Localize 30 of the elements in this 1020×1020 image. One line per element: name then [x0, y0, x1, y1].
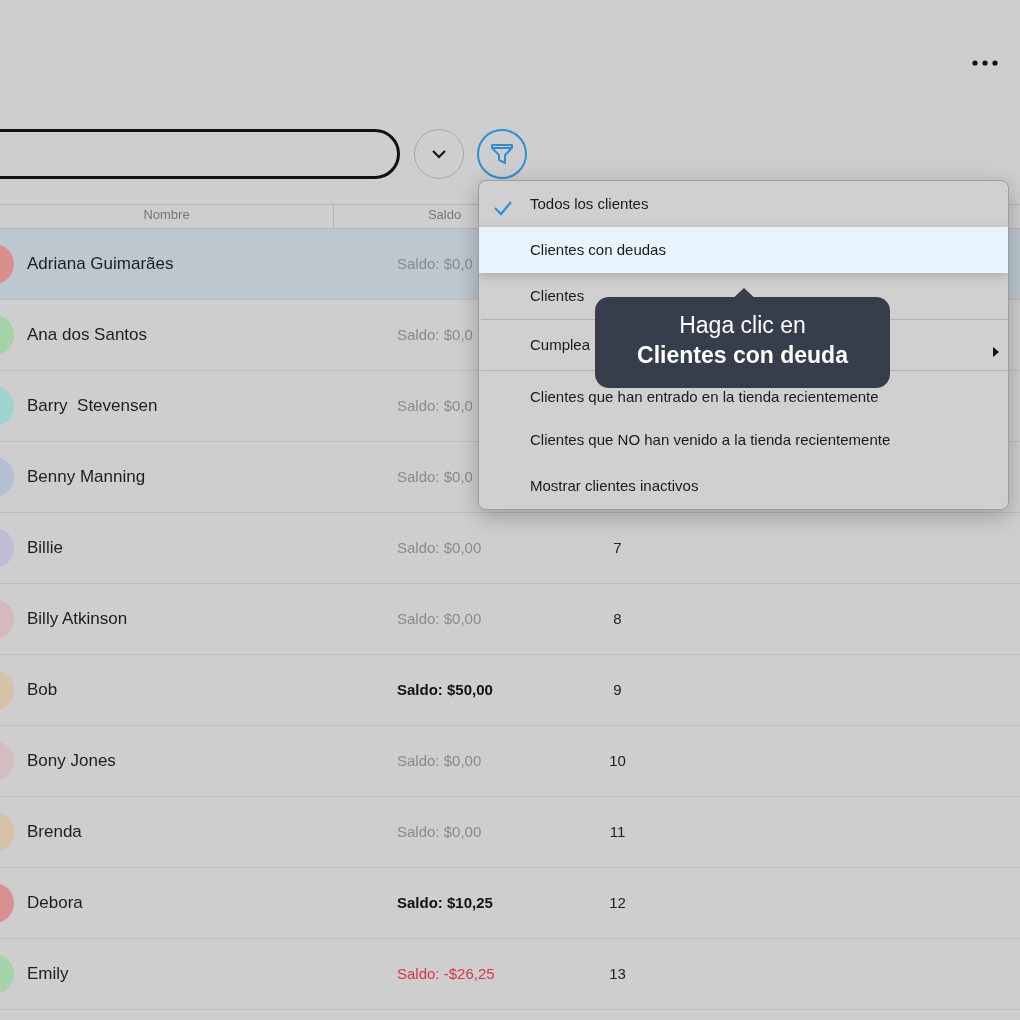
customer-name: Ana dos Santos [27, 325, 148, 345]
customer-number: 7 [613, 538, 622, 556]
balance-text: Saldo: $10,25 [397, 893, 493, 911]
customer-name: Billie [27, 538, 63, 558]
balance-text: Saldo: $0,0 [397, 467, 473, 485]
tooltip: Haga clic en Clientes con deuda [595, 297, 890, 388]
customer-name: Adriana Guimarães [27, 254, 174, 274]
customer-number: 11 [609, 822, 626, 840]
customer-name: Benny Manning [27, 467, 146, 487]
balance-text: Saldo: $0,00 [397, 822, 482, 840]
balance-text: Saldo: -$26,25 [397, 964, 495, 982]
balance-text: Saldo: $0,0 [397, 396, 473, 414]
balance-text: Saldo: $0,0 [397, 325, 473, 343]
customer-name: Barry Stevensen [27, 396, 158, 416]
balance-text: Saldo: $50,00 [397, 680, 493, 698]
customer-number: 13 [609, 964, 626, 982]
customer-name: Emily [27, 964, 69, 984]
customer-number: 8 [613, 609, 622, 627]
customer-number: 10 [609, 751, 626, 769]
customer-number: 12 [609, 893, 626, 911]
balance-text: Saldo: $0,00 [397, 751, 482, 769]
customer-name: Bony Jones [27, 751, 116, 771]
customer-name: Billy Atkinson [27, 609, 128, 629]
customer-number: 9 [613, 680, 622, 698]
customer-name: Bob [27, 680, 58, 700]
customer-name: Debora [27, 893, 83, 913]
balance-text: Saldo: $0,00 [397, 609, 482, 627]
balance-text: Saldo: $0,0 [397, 254, 473, 272]
customer-name: Brenda [27, 822, 82, 842]
balance-text: Saldo: $0,00 [397, 538, 482, 556]
